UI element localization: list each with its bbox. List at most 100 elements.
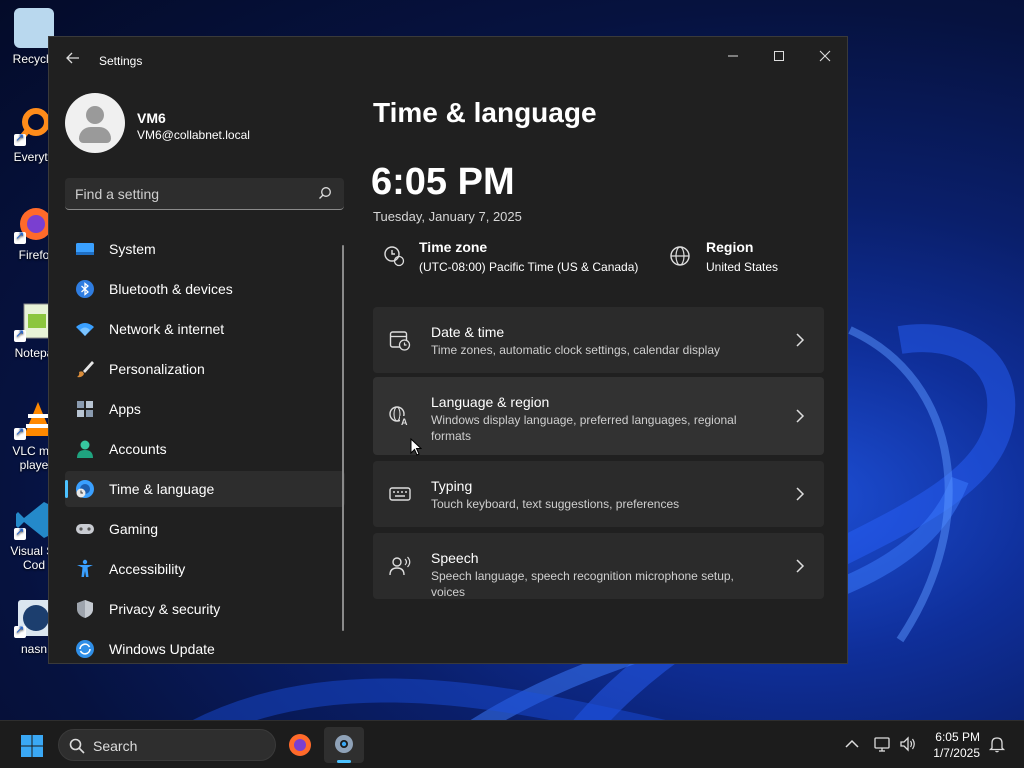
notification-bell-icon[interactable]: [988, 735, 1006, 753]
globe-icon: [670, 246, 690, 266]
globe-clock-icon: [76, 480, 94, 498]
sidebar-item-network[interactable]: Network & internet: [65, 311, 345, 347]
sidebar-item-label: Windows Update: [109, 641, 215, 657]
card-title: Date & time: [431, 324, 505, 340]
card-description: Time zones, automatic clock settings, ca…: [431, 343, 721, 357]
arrow-left-icon: [66, 52, 79, 64]
taskbar-date: 1/7/2025: [933, 746, 980, 760]
region-value: United States: [706, 260, 779, 274]
avatar-head-icon: [86, 106, 104, 124]
shield-icon: [77, 600, 93, 618]
mouse-cursor-icon: [410, 438, 422, 456]
sidebar-item-bluetooth[interactable]: Bluetooth & devices: [65, 271, 345, 307]
language-icon: A: [389, 406, 410, 427]
gear-icon: [335, 735, 353, 753]
bluetooth-icon: [76, 280, 94, 298]
taskbar-time: 6:05 PM: [935, 730, 980, 744]
taskbar-firefox[interactable]: [280, 727, 320, 763]
sidebar-item-label: Accessibility: [109, 561, 186, 577]
user-name: VM6: [137, 110, 166, 126]
timezone-icon: [384, 246, 405, 267]
network-icon[interactable]: [874, 735, 892, 753]
page-title: Time & language: [373, 97, 597, 128]
accessibility-icon: [77, 559, 93, 577]
sidebar-item-gaming[interactable]: Gaming: [65, 511, 345, 547]
calendar-clock-icon: [389, 331, 411, 351]
avatar-body-icon: [79, 127, 111, 143]
chevron-right-icon: [796, 333, 805, 347]
sidebar-item-label: Accounts: [109, 441, 167, 457]
current-time: 6:05 PM: [371, 161, 515, 203]
settings-window: Settings VM6 VM6@collabnet.local System …: [48, 36, 848, 664]
search-icon[interactable]: [318, 186, 332, 200]
card-title: Language & region: [431, 394, 550, 410]
minimize-icon: [728, 55, 738, 57]
card-date-time[interactable]: Date & time Time zones, automatic clock …: [373, 307, 824, 373]
speaker-icon[interactable]: [899, 735, 917, 753]
wifi-icon: [76, 323, 94, 336]
gamepad-icon: [76, 524, 94, 534]
active-app-indicator: [337, 760, 351, 763]
sidebar-item-time-language[interactable]: Time & language: [65, 471, 345, 507]
speech-icon: [389, 556, 411, 576]
maximize-icon: [774, 51, 784, 61]
chevron-right-icon: [796, 559, 805, 573]
svg-text:A: A: [401, 417, 408, 427]
find-setting-box[interactable]: [65, 178, 344, 210]
card-description: Speech language, speech recognition micr…: [431, 569, 734, 599]
sidebar-item-personalization[interactable]: Personalization: [65, 351, 345, 387]
sidebar-item-accounts[interactable]: Accounts: [65, 431, 345, 467]
sidebar-item-windows-update[interactable]: Windows Update: [65, 631, 345, 663]
person-icon: [77, 440, 93, 458]
display-icon: [76, 243, 94, 255]
sidebar-item-accessibility[interactable]: Accessibility: [65, 551, 345, 587]
sidebar-item-label: Network & internet: [109, 321, 225, 337]
card-typing[interactable]: Typing Touch keyboard, text suggestions,…: [373, 461, 824, 527]
chevron-right-icon: [796, 487, 805, 501]
timezone-value: (UTC-08:00) Pacific Time (US & Canada): [419, 260, 639, 274]
search-icon: [69, 738, 85, 754]
sidebar-item-label: System: [109, 241, 156, 257]
card-title: Speech: [431, 550, 479, 566]
taskbar-search-label: Search: [93, 738, 138, 754]
taskbar-clock[interactable]: 6:05 PM 1/7/2025: [933, 729, 980, 761]
firefox-icon: [289, 734, 311, 756]
maximize-button[interactable]: [757, 43, 801, 73]
sidebar-item-label: Gaming: [109, 521, 159, 537]
close-icon: [819, 50, 831, 62]
region-label: Region: [706, 239, 754, 255]
card-speech[interactable]: Speech Speech language, speech recogniti…: [373, 533, 824, 599]
card-description: Windows display language, preferred lang…: [431, 413, 737, 443]
sidebar-item-label: Privacy & security: [109, 601, 221, 617]
find-setting-input[interactable]: [75, 184, 305, 204]
keyboard-icon: [389, 487, 411, 501]
card-language-region[interactable]: A Language & region Windows display lang…: [373, 377, 824, 455]
update-icon: [76, 640, 94, 658]
sidebar-item-apps[interactable]: Apps: [65, 391, 345, 427]
sidebar-scrollbar[interactable]: [342, 245, 344, 631]
close-button[interactable]: [803, 43, 847, 73]
sidebar-item-label: Time & language: [109, 481, 215, 497]
windows-start-icon[interactable]: [20, 734, 44, 758]
user-email: VM6@collabnet.local: [137, 128, 250, 142]
sidebar-item-label: Personalization: [109, 361, 205, 377]
taskbar-search[interactable]: Search: [58, 729, 276, 761]
window-title: Settings: [99, 54, 143, 68]
chevron-right-icon: [796, 409, 805, 423]
card-description: Touch keyboard, text suggestions, prefer…: [431, 497, 680, 511]
title-bar[interactable]: Settings: [49, 37, 847, 83]
brush-icon: [77, 361, 94, 378]
minimize-button[interactable]: [711, 43, 755, 73]
chevron-up-icon[interactable]: [843, 735, 861, 753]
current-date: Tuesday, January 7, 2025: [373, 209, 522, 224]
sidebar-nav: System Bluetooth & devices Network & int…: [65, 231, 345, 663]
avatar[interactable]: [65, 93, 125, 153]
back-button[interactable]: [63, 51, 83, 71]
sidebar-item-system[interactable]: System: [65, 231, 345, 267]
timezone-label: Time zone: [419, 239, 488, 255]
sidebar-item-privacy[interactable]: Privacy & security: [65, 591, 345, 627]
taskbar-settings[interactable]: [324, 727, 364, 763]
taskbar: Search 6:05 PM 1/7/2025: [0, 720, 1024, 768]
card-title: Typing: [431, 478, 473, 494]
sidebar-item-label: Bluetooth & devices: [109, 281, 233, 297]
